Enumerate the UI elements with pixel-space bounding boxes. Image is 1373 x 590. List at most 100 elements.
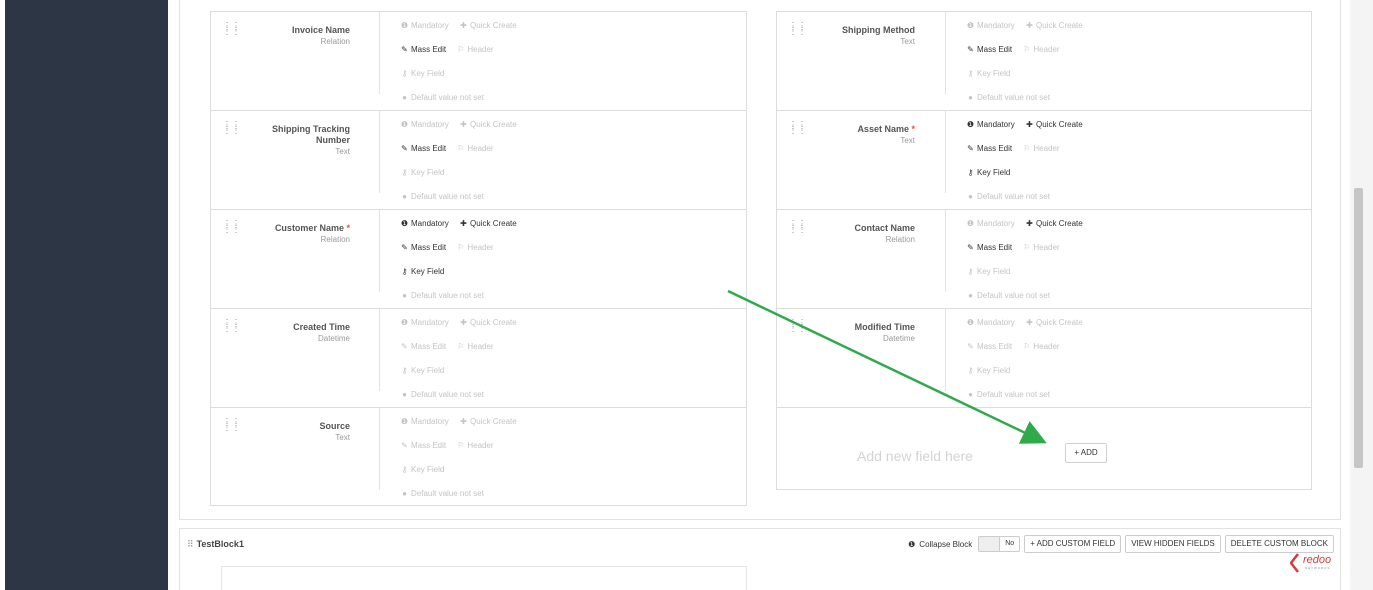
default-value-status[interactable]: ● Default value not set bbox=[966, 192, 1050, 202]
drag-handle-icon[interactable]: ⋮⋮ ⋮⋮ bbox=[222, 319, 241, 334]
mass-edit-toggle[interactable]: ✎ Mass Edit bbox=[966, 144, 1012, 154]
quick-create-toggle[interactable]: ✚ Quick Create bbox=[459, 120, 517, 130]
field-name: Contact Name bbox=[805, 223, 915, 234]
header-label: Header bbox=[1033, 342, 1060, 351]
scrollbar-thumb[interactable] bbox=[1354, 188, 1363, 468]
info-icon: ❶ bbox=[908, 539, 916, 549]
info-icon: ❶ bbox=[400, 120, 409, 129]
mass-edit-toggle[interactable]: ✎ Mass Edit bbox=[400, 342, 446, 352]
mass-edit-toggle[interactable]: ✎ Mass Edit bbox=[966, 45, 1012, 55]
quick-create-toggle[interactable]: ✚ Quick Create bbox=[1025, 219, 1083, 229]
mandatory-toggle[interactable]: ❶ Mandatory bbox=[400, 21, 449, 31]
quick-create-toggle[interactable]: ✚ Quick Create bbox=[1025, 120, 1083, 130]
header-toggle[interactable]: ⚐ Header bbox=[1022, 144, 1059, 154]
default-value-text: Default value not set bbox=[411, 489, 484, 498]
quick-create-toggle[interactable]: ✚ Quick Create bbox=[1025, 318, 1083, 328]
plus-icon: ✚ bbox=[1026, 120, 1033, 129]
add-field-dropzone[interactable]: Add new field here + ADD bbox=[776, 407, 1312, 490]
key-field-toggle[interactable]: ⚷ Key Field bbox=[400, 69, 445, 79]
default-value-text: Default value not set bbox=[977, 291, 1050, 300]
key-field-toggle[interactable]: ⚷ Key Field bbox=[966, 366, 1011, 376]
mandatory-toggle[interactable]: ❶ Mandatory bbox=[966, 318, 1015, 328]
drag-handle-icon[interactable]: ⋮⋮ ⋮⋮ bbox=[788, 220, 807, 235]
info-icon: ❶ bbox=[966, 21, 975, 30]
key-field-toggle[interactable]: ⚷ Key Field bbox=[966, 69, 1011, 79]
default-value-status[interactable]: ● Default value not set bbox=[400, 291, 484, 301]
drag-handle-icon[interactable]: ⋮⋮ ⋮⋮ bbox=[222, 220, 241, 235]
default-value-status[interactable]: ● Default value not set bbox=[400, 390, 484, 400]
logo-text: redoo bbox=[1303, 554, 1332, 566]
key-field-toggle[interactable]: ⚷ Key Field bbox=[966, 267, 1011, 277]
plus-icon: ✚ bbox=[460, 417, 467, 426]
quick-create-toggle[interactable]: ✚ Quick Create bbox=[459, 417, 517, 427]
mandatory-toggle[interactable]: ❶ Mandatory bbox=[966, 219, 1015, 229]
edit-icon: ✎ bbox=[401, 45, 408, 54]
quick-create-toggle[interactable]: ✚ Quick Create bbox=[459, 219, 517, 229]
field-divider bbox=[379, 210, 380, 292]
mandatory-toggle[interactable]: ❶ Mandatory bbox=[400, 120, 449, 130]
default-value-icon: ● bbox=[968, 192, 973, 201]
mass-edit-toggle[interactable]: ✎ Mass Edit bbox=[966, 243, 1012, 253]
header-toggle[interactable]: ⚐ Header bbox=[1022, 243, 1059, 253]
field-name-text: Contact Name bbox=[854, 223, 915, 233]
mass-edit-toggle[interactable]: ✎ Mass Edit bbox=[400, 45, 446, 55]
drag-handle-icon[interactable]: ⋮⋮ ⋮⋮ bbox=[788, 319, 807, 334]
default-value-icon: ● bbox=[402, 192, 407, 201]
default-value-status[interactable]: ● Default value not set bbox=[400, 489, 484, 499]
key-field-toggle[interactable]: ⚷ Key Field bbox=[966, 168, 1011, 178]
default-value-status[interactable]: ● Default value not set bbox=[400, 93, 484, 103]
quick-create-toggle[interactable]: ✚ Quick Create bbox=[459, 21, 517, 31]
default-value-status[interactable]: ● Default value not set bbox=[966, 390, 1050, 400]
field-row: ⋮⋮ ⋮⋮ Customer Name * Relation ❶ Mandatory… bbox=[210, 209, 747, 308]
mandatory-toggle[interactable]: ❶ Mandatory bbox=[966, 120, 1015, 130]
drag-handle-icon[interactable]: ⋮⋮ ⋮⋮ bbox=[788, 22, 807, 37]
mandatory-label: Mandatory bbox=[411, 318, 449, 327]
collapse-block-toggle[interactable]: No bbox=[978, 536, 1021, 552]
default-value-icon: ● bbox=[402, 93, 407, 102]
header-toggle[interactable]: ⚐ Header bbox=[456, 45, 493, 55]
header-toggle[interactable]: ⚐ Header bbox=[456, 144, 493, 154]
drag-handle-icon[interactable]: ⋮⋮ ⋮⋮ bbox=[222, 418, 241, 433]
add-custom-field-button[interactable]: + ADD CUSTOM FIELD bbox=[1024, 535, 1122, 553]
field-divider bbox=[945, 12, 946, 94]
mandatory-toggle[interactable]: ❶ Mandatory bbox=[400, 318, 449, 328]
default-value-status[interactable]: ● Default value not set bbox=[966, 93, 1050, 103]
mandatory-toggle[interactable]: ❶ Mandatory bbox=[400, 417, 449, 427]
drag-handle-icon[interactable]: ⠿ bbox=[187, 539, 194, 549]
toggle-no[interactable]: No bbox=[999, 537, 1020, 551]
mandatory-toggle[interactable]: ❶ Mandatory bbox=[400, 219, 449, 229]
block-controls: ❶ Collapse Block No + ADD CUSTOM FIELD V… bbox=[908, 535, 1334, 553]
header-toggle[interactable]: ⚐ Header bbox=[1022, 45, 1059, 55]
default-value-status[interactable]: ● Default value not set bbox=[400, 192, 484, 202]
drag-handle-icon[interactable]: ⋮⋮ ⋮⋮ bbox=[222, 121, 241, 136]
field-options: ❶ Mandatory ✚ Quick Create ✎ Mass Edit ⚐ Hea… bbox=[400, 417, 525, 513]
key-field-toggle[interactable]: ⚷ Key Field bbox=[400, 465, 445, 475]
field-divider bbox=[379, 408, 380, 490]
view-hidden-fields-button[interactable]: VIEW HIDDEN FIELDS bbox=[1125, 535, 1221, 553]
add-field-button[interactable]: + ADD bbox=[1065, 443, 1107, 463]
block-title[interactable]: ⠿ TestBlock1 bbox=[187, 539, 244, 550]
toggle-yes[interactable] bbox=[979, 537, 1000, 551]
quick-create-toggle[interactable]: ✚ Quick Create bbox=[459, 318, 517, 328]
header-toggle[interactable]: ⚐ Header bbox=[1022, 342, 1059, 352]
header-toggle[interactable]: ⚐ Header bbox=[456, 243, 493, 253]
mass-edit-toggle[interactable]: ✎ Mass Edit bbox=[400, 144, 446, 154]
mass-edit-label: Mass Edit bbox=[411, 342, 447, 351]
drag-handle-icon[interactable]: ⋮⋮ ⋮⋮ bbox=[788, 121, 807, 136]
header-toggle[interactable]: ⚐ Header bbox=[456, 342, 493, 352]
field-name-text: Asset Name bbox=[857, 124, 909, 134]
mass-edit-toggle[interactable]: ✎ Mass Edit bbox=[400, 441, 446, 451]
edit-icon: ✎ bbox=[967, 243, 974, 252]
mass-edit-label: Mass Edit bbox=[977, 243, 1013, 252]
drag-handle-icon[interactable]: ⋮⋮ ⋮⋮ bbox=[222, 22, 241, 37]
mandatory-toggle[interactable]: ❶ Mandatory bbox=[966, 21, 1015, 31]
key-field-toggle[interactable]: ⚷ Key Field bbox=[400, 267, 445, 277]
quick-create-toggle[interactable]: ✚ Quick Create bbox=[1025, 21, 1083, 31]
key-field-toggle[interactable]: ⚷ Key Field bbox=[400, 168, 445, 178]
mass-edit-toggle[interactable]: ✎ Mass Edit bbox=[400, 243, 446, 253]
field-options: ❶ Mandatory ✚ Quick Create ✎ Mass Edit ⚐ Hea… bbox=[400, 120, 525, 216]
key-field-toggle[interactable]: ⚷ Key Field bbox=[400, 366, 445, 376]
header-toggle[interactable]: ⚐ Header bbox=[456, 441, 493, 451]
mass-edit-toggle[interactable]: ✎ Mass Edit bbox=[966, 342, 1012, 352]
default-value-status[interactable]: ● Default value not set bbox=[966, 291, 1050, 301]
